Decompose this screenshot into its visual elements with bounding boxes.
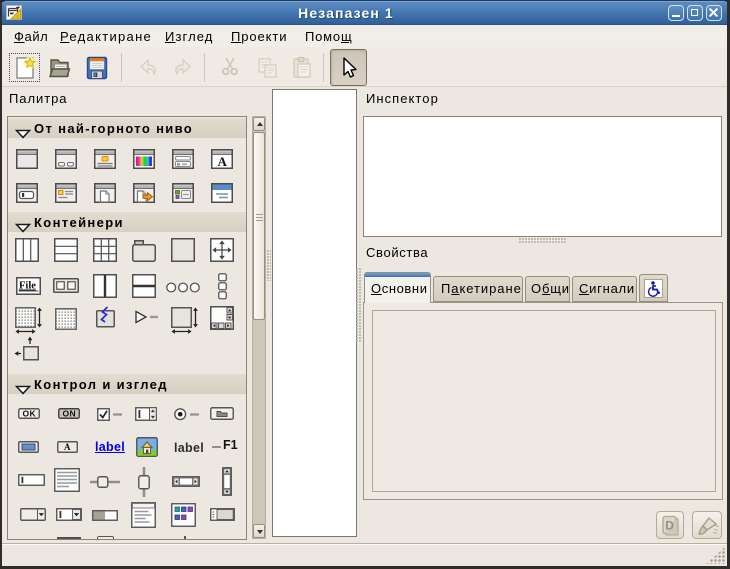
svg-text:A: A [64,442,71,452]
svg-text:OK: OK [23,409,37,419]
svg-text:D: D [665,519,674,533]
svg-text:ON: ON [63,409,77,419]
svg-text:File: File [19,281,36,292]
svg-text:A: A [218,154,228,169]
